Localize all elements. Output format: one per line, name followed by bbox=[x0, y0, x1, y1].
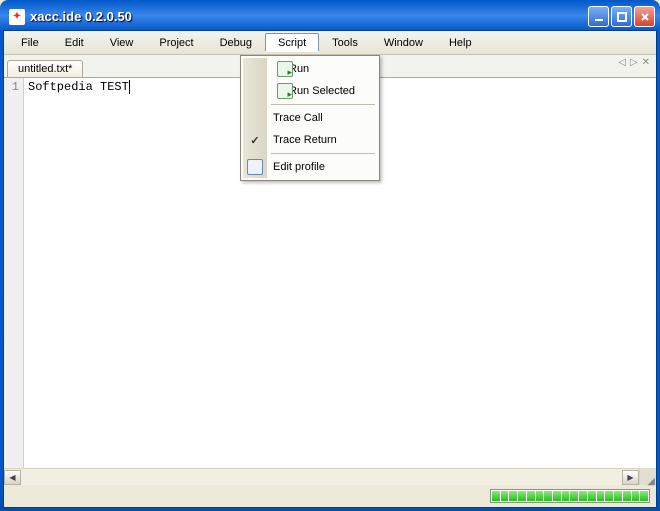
progress-segment bbox=[553, 491, 561, 501]
bottom-scroll-row: ◀ ▶ bbox=[4, 468, 656, 485]
menu-debug[interactable]: Debug bbox=[207, 33, 265, 52]
menu-item-run-selected[interactable]: Run Selected bbox=[243, 80, 377, 102]
progress-segment bbox=[509, 491, 517, 501]
menubar: File Edit View Project Debug Script Tool… bbox=[4, 31, 656, 55]
menu-separator bbox=[271, 104, 375, 105]
menu-item-label: Trace Return bbox=[273, 134, 337, 146]
script-dropdown: Run Run Selected Trace Call Trace Return… bbox=[240, 55, 380, 181]
progress-segment bbox=[527, 491, 535, 501]
run-selected-icon bbox=[277, 83, 293, 99]
progress-segment bbox=[597, 491, 605, 501]
progress-bar bbox=[490, 489, 650, 503]
maximize-icon bbox=[616, 11, 628, 23]
menu-item-edit-profile[interactable]: Edit profile bbox=[243, 156, 377, 178]
statusbar bbox=[4, 485, 656, 507]
menu-project[interactable]: Project bbox=[146, 33, 206, 52]
progress-segment bbox=[623, 491, 631, 501]
menu-item-label: Edit profile bbox=[273, 161, 325, 173]
titlebar[interactable]: ✦ xacc.ide 0.2.0.50 bbox=[3, 3, 657, 30]
progress-segment bbox=[562, 491, 570, 501]
horizontal-scrollbar[interactable]: ◀ ▶ bbox=[4, 468, 639, 485]
minimize-button[interactable] bbox=[588, 6, 609, 27]
editor-content: Softpedia TEST bbox=[28, 80, 130, 94]
menu-help[interactable]: Help bbox=[436, 33, 485, 52]
menu-edit[interactable]: Edit bbox=[52, 33, 97, 52]
line-gutter: 1 bbox=[4, 78, 24, 468]
progress-segment bbox=[570, 491, 578, 501]
menu-window[interactable]: Window bbox=[371, 33, 436, 52]
tab-nav: ◁ ▷ ✕ bbox=[618, 57, 650, 68]
menu-item-label: Trace Call bbox=[273, 112, 323, 124]
client-area: File Edit View Project Debug Script Tool… bbox=[3, 30, 657, 508]
close-icon bbox=[639, 11, 651, 23]
progress-segment bbox=[536, 491, 544, 501]
minimize-icon bbox=[593, 11, 605, 23]
progress-segment bbox=[605, 491, 613, 501]
progress-segment bbox=[632, 491, 640, 501]
scroll-right-icon[interactable]: ▶ bbox=[622, 470, 639, 485]
menu-view[interactable]: View bbox=[97, 33, 147, 52]
progress-segment bbox=[614, 491, 622, 501]
progress-segment bbox=[492, 491, 500, 501]
close-button[interactable] bbox=[634, 6, 655, 27]
progress-segment bbox=[518, 491, 526, 501]
profile-icon bbox=[247, 159, 263, 175]
progress-segment bbox=[501, 491, 509, 501]
document-tab[interactable]: untitled.txt* bbox=[7, 60, 83, 77]
scroll-left-icon[interactable]: ◀ bbox=[4, 470, 21, 485]
menu-item-trace-call[interactable]: Trace Call bbox=[243, 107, 377, 129]
menu-item-label: Run Selected bbox=[289, 85, 355, 97]
app-window: ✦ xacc.ide 0.2.0.50 File Edit View Proje… bbox=[0, 0, 660, 511]
progress-segment bbox=[544, 491, 552, 501]
window-title: xacc.ide 0.2.0.50 bbox=[30, 9, 588, 24]
line-number: 1 bbox=[4, 80, 19, 94]
window-controls bbox=[588, 6, 655, 27]
progress-segment bbox=[588, 491, 596, 501]
tab-close-icon[interactable]: ✕ bbox=[642, 57, 650, 68]
run-icon bbox=[277, 61, 293, 77]
app-icon: ✦ bbox=[9, 9, 25, 25]
tab-prev-icon[interactable]: ◁ bbox=[618, 57, 626, 68]
progress-segment bbox=[579, 491, 587, 501]
resize-grip[interactable] bbox=[639, 468, 656, 485]
maximize-button[interactable] bbox=[611, 6, 632, 27]
menu-script[interactable]: Script bbox=[265, 33, 319, 52]
progress-segment bbox=[640, 491, 648, 501]
menu-separator bbox=[271, 153, 375, 154]
menu-item-run[interactable]: Run bbox=[243, 58, 377, 80]
menu-item-trace-return[interactable]: Trace Return bbox=[243, 129, 377, 151]
menu-file[interactable]: File bbox=[8, 33, 52, 52]
tab-next-icon[interactable]: ▷ bbox=[630, 57, 638, 68]
menu-tools[interactable]: Tools bbox=[319, 33, 371, 52]
check-icon bbox=[247, 132, 263, 148]
